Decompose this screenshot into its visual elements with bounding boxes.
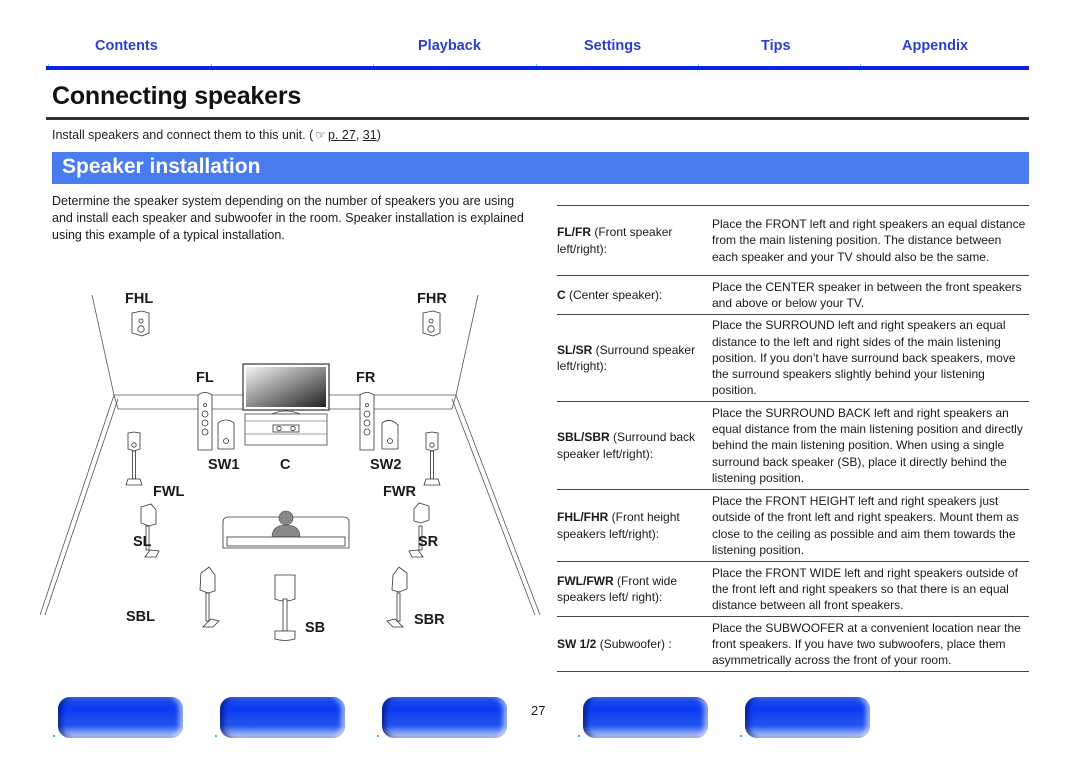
speaker-fwl-icon (125, 431, 143, 486)
speaker-name: SL/SR (Surround speaker left/right): (557, 342, 696, 373)
label-sr: SR (418, 534, 439, 550)
table-row: SL/SR (Surround speaker left/right): Pla… (557, 314, 1029, 402)
label-fl: FL (196, 370, 214, 386)
speaker-instruction: Place the SURROUND left and right speake… (712, 318, 1016, 398)
speaker-placement-table: FL/FR (Front speaker left/right): Place … (557, 205, 1029, 672)
speaker-instruction: Place the FRONT HEIGHT left and right sp… (712, 493, 1019, 557)
label-sb: SB (305, 620, 326, 636)
speaker-name: SW 1/2 (Subwoofer) : (557, 636, 672, 651)
page-link-31[interactable]: 31 (363, 128, 377, 142)
bottom-nav-button-4[interactable] (583, 697, 708, 738)
speaker-fhr-icon (422, 310, 441, 337)
intro-text: Install speakers and connect them to thi… (52, 128, 381, 142)
subwoofer-2-icon (381, 420, 399, 450)
nav-underline (46, 66, 1029, 70)
table-row: SBL/SBR (Surround back speaker left/righ… (557, 401, 1029, 490)
tab-appendix[interactable]: Appendix (902, 38, 968, 54)
tab-tips[interactable]: Tips (761, 38, 791, 54)
bottom-nav-button-3[interactable] (382, 697, 507, 738)
speaker-layout-diagram: FHL FHR FL FR SW1 C SW2 FWL FWR SL SR SB… (40, 275, 540, 665)
section-title: Speaker installation (62, 155, 261, 178)
speaker-instruction: Place the CENTER speaker in between the … (712, 279, 1022, 310)
ref-separator: , (355, 128, 363, 142)
bottom-nav-button-5[interactable] (745, 697, 870, 738)
wall-line (455, 294, 479, 396)
speaker-name: C (Center speaker): (557, 287, 663, 302)
nav-marker (377, 735, 379, 737)
speaker-sbl-icon (199, 566, 220, 628)
speaker-name: FL/FR (Front speaker left/right): (557, 225, 673, 256)
nav-marker (740, 735, 742, 737)
speaker-fhl-icon (131, 310, 150, 337)
speaker-instruction: Place the SUBWOOFER at a convenient loca… (712, 620, 1021, 668)
tv-icon (242, 363, 330, 446)
top-navigation: Contents Playback Settings Tips Appendix (46, 34, 1029, 70)
title-rule (46, 117, 1029, 120)
label-sw2: SW2 (370, 457, 402, 473)
label-fwl: FWL (153, 484, 185, 500)
floor-edge (451, 398, 536, 616)
speaker-sbr-icon (386, 566, 408, 628)
floor-edge (455, 394, 540, 616)
speaker-instruction: Place the SURROUND BACK left and right s… (712, 405, 1023, 485)
speaker-fl-icon (197, 392, 213, 451)
page-link-27[interactable]: p. 27 (328, 128, 356, 142)
section-header: Speaker installation (52, 152, 1029, 184)
table-row: FL/FR (Front speaker left/right): Place … (557, 205, 1029, 276)
tab-contents[interactable]: Contents (95, 38, 158, 54)
speaker-instruction: Place the FRONT left and right speakers … (712, 217, 1026, 264)
table-row: C (Center speaker): Place the CENTER spe… (557, 275, 1029, 315)
speaker-fr-icon (359, 392, 375, 451)
page-title: Connecting speakers (52, 82, 302, 110)
floor-edge (44, 398, 119, 616)
page-number: 27 (531, 703, 546, 718)
speaker-fwr-icon (423, 431, 441, 486)
label-sbr: SBR (414, 612, 445, 628)
wall-line (91, 294, 115, 396)
table-row: FWL/FWR (Front wide speakers left/ right… (557, 561, 1029, 617)
section-description: Determine the speaker system depending o… (52, 194, 524, 242)
speaker-name: SBL/SBR (Surround back speaker left/righ… (557, 430, 696, 461)
table-row: FHL/FHR (Front height speakers left/righ… (557, 489, 1029, 562)
label-sl: SL (133, 534, 152, 550)
sofa-listener-icon (222, 510, 350, 549)
tab-settings[interactable]: Settings (584, 38, 641, 54)
nav-marker (53, 735, 55, 737)
table-row: SW 1/2 (Subwoofer) : Place the SUBWOOFER… (557, 616, 1029, 672)
tab-playback[interactable]: Playback (418, 38, 481, 54)
floor-edge (40, 394, 115, 616)
label-sw1: SW1 (208, 457, 240, 473)
subwoofer-1-icon (217, 419, 235, 450)
nav-marker (578, 735, 580, 737)
speaker-name: FHL/FHR (Front height speakers left/righ… (557, 510, 680, 541)
ref-close: ) (376, 128, 381, 142)
label-fhr: FHR (417, 291, 447, 307)
label-sbl: SBL (126, 609, 155, 625)
speaker-instruction: Place the FRONT WIDE left and right spea… (712, 565, 1018, 613)
speaker-sb-icon (274, 574, 296, 641)
label-c: C (280, 457, 291, 473)
label-fwr: FWR (383, 484, 417, 500)
nav-marker (215, 735, 217, 737)
bottom-nav-button-1[interactable] (58, 697, 183, 738)
label-fhl: FHL (125, 291, 154, 307)
label-fr: FR (356, 370, 376, 386)
hand-pointer-icon: ☞ (315, 128, 327, 142)
speaker-name: FWL/FWR (Front wide speakers left/ right… (557, 573, 678, 604)
bottom-nav-button-2[interactable] (220, 697, 345, 738)
intro-label: Install speakers and connect them to thi… (52, 128, 314, 142)
